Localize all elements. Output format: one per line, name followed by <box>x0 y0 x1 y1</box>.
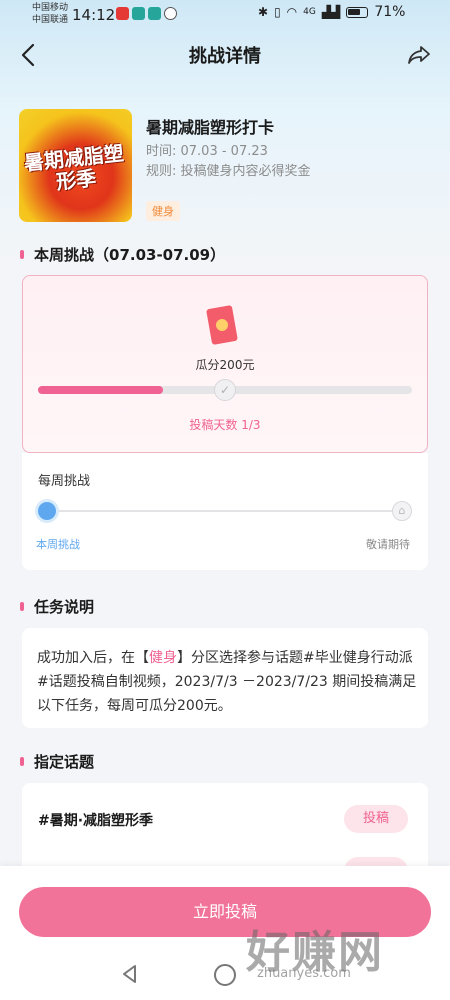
carrier-2: 中国联通 <box>32 15 69 25</box>
battery-percent: 71% <box>374 4 406 20</box>
nav-back-button[interactable] <box>118 962 142 986</box>
category-tag: 健身 <box>146 201 180 221</box>
section-marker <box>20 602 24 611</box>
notification-icons <box>116 7 177 20</box>
task-description: 成功加入后，在【健身】分区选择参与话题#毕业健身行动派#话题投稿自制视频，202… <box>37 646 417 718</box>
timeline-lock-icon: ⌂ <box>392 501 412 521</box>
topic-submit-button[interactable]: 投稿 <box>344 805 408 833</box>
carrier-labels: 中国移动 中国联通 <box>32 2 68 26</box>
watermark-url: zhuanyes.com <box>257 966 351 981</box>
section-marker <box>20 250 24 259</box>
weekly-panel-label: 每周挑战 <box>38 474 91 489</box>
status-right: ✱ ▯ ◠ 4G ▟▟ 71% <box>258 4 405 20</box>
page-title: 挑战详情 <box>189 46 261 67</box>
carrier-1: 中国移动 <box>32 3 69 13</box>
challenge-time: 时间: 07.03 - 07.23 <box>146 144 268 159</box>
progress-check-icon: ✓ <box>214 379 236 401</box>
progress-fill <box>38 386 163 394</box>
challenge-rule: 规则: 投稿健身内容必得奖金 <box>146 164 311 179</box>
bluetooth-icon: ✱ <box>258 5 269 19</box>
status-time: 14:12 <box>72 6 116 24</box>
timeline-current-dot[interactable] <box>38 502 56 520</box>
timeline-line <box>46 510 402 512</box>
vibrate-icon: ▯ <box>274 5 281 19</box>
timeline-end-label: 敬请期待 <box>366 538 410 551</box>
reward-amount: 瓜分200元 <box>195 358 255 372</box>
app-notification-icon <box>116 7 129 20</box>
weekly-section-title: 本周挑战（07.03-07.09） <box>34 246 226 264</box>
battery-icon <box>346 6 369 18</box>
challenge-name: 暑期减脂塑形打卡 <box>146 118 275 137</box>
nav-back-icon <box>123 965 136 983</box>
section-marker <box>20 757 24 766</box>
app-notification-icon <box>148 7 161 20</box>
app-notification-icon <box>132 7 145 20</box>
timeline-start-label: 本周挑战 <box>36 538 80 551</box>
task-category-link[interactable]: 健身 <box>149 650 177 666</box>
alarm-icon <box>164 7 177 20</box>
challenge-cover: 暑期减脂塑形季 <box>19 109 132 222</box>
signal-icon: ▟▟ <box>321 5 341 19</box>
wifi-icon: ◠ <box>286 5 298 19</box>
progress-label: 投稿天数 1/3 <box>189 418 261 432</box>
cover-title: 暑期减脂塑形季 <box>22 140 125 194</box>
task-section-title: 任务说明 <box>34 598 95 616</box>
share-button[interactable] <box>404 40 434 70</box>
task-text-before: 成功加入后，在【 <box>37 650 149 666</box>
topic-name: #暑期·减脂塑形季 <box>38 813 154 829</box>
nav-home-button[interactable] <box>214 964 236 986</box>
share-icon <box>408 46 430 64</box>
topics-section-title: 指定话题 <box>34 753 95 771</box>
network-label: 4G <box>303 7 316 17</box>
